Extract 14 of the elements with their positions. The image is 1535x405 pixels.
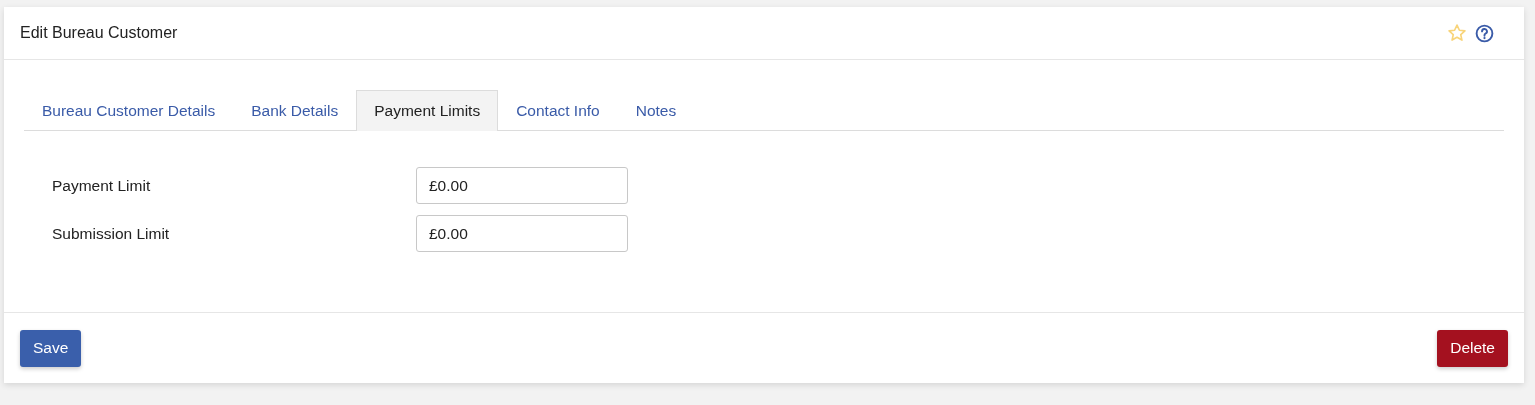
tab[interactable]: Contact Info — [498, 90, 618, 131]
tab[interactable]: Bank Details — [233, 90, 357, 131]
panel-title: Edit Bureau Customer — [20, 24, 178, 42]
field-label: Submission Limit — [52, 224, 171, 243]
tab[interactable]: Notes — [617, 90, 695, 131]
star-icon[interactable] — [1447, 23, 1467, 43]
input-field[interactable]: £0.00 — [416, 167, 628, 204]
tab[interactable]: Payment Limits — [356, 90, 499, 131]
field-label: Payment Limit — [52, 176, 152, 195]
delete-button[interactable]: Delete — [1437, 329, 1508, 367]
input-field[interactable]: £0.00 — [416, 215, 628, 252]
tab[interactable]: Bureau Customer Details — [24, 90, 234, 131]
help-icon[interactable] — [1475, 23, 1494, 43]
save-button[interactable]: Save — [20, 329, 82, 367]
